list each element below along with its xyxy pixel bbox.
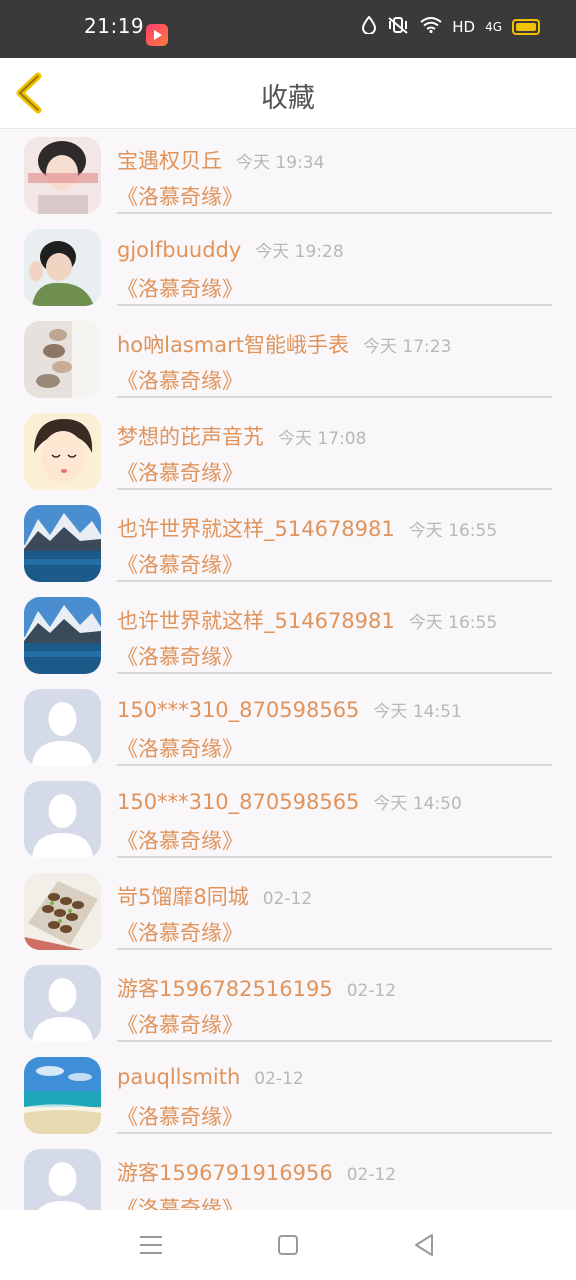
favorite-time: 今天 17:08 bbox=[278, 429, 367, 449]
book-title[interactable]: 《洛慕奇缘》 bbox=[117, 181, 243, 211]
avatar[interactable] bbox=[24, 137, 101, 214]
avatar[interactable] bbox=[24, 413, 101, 490]
favorite-time: 今天 14:51 bbox=[373, 702, 462, 722]
divider bbox=[117, 488, 552, 490]
status-icons: HD 4G bbox=[362, 15, 540, 38]
page-title: 收藏 bbox=[261, 83, 315, 114]
book-title[interactable]: 《洛慕奇缘》 bbox=[117, 457, 243, 487]
status-time: 21:19 bbox=[84, 14, 145, 38]
list-item[interactable]: 游客1596791916956 02-12 《洛慕奇缘》 bbox=[0, 1141, 576, 1210]
divider bbox=[117, 304, 552, 306]
user-name: 也许世界就这样_514678981 bbox=[117, 609, 395, 633]
avatar[interactable] bbox=[24, 781, 101, 858]
system-nav-bar bbox=[0, 1210, 576, 1280]
user-name: gjolfbuuddy bbox=[117, 238, 242, 262]
default-user-icon bbox=[24, 1149, 101, 1210]
divider bbox=[117, 580, 552, 582]
book-title[interactable]: 《洛慕奇缘》 bbox=[117, 1101, 243, 1131]
divider bbox=[117, 672, 552, 674]
signal-label: 4G bbox=[485, 20, 502, 34]
divider bbox=[117, 212, 552, 214]
default-user-icon bbox=[24, 965, 101, 1042]
user-name: ho吶lasmart智能峨手表 bbox=[117, 333, 349, 357]
user-name: 游客1596782516195 bbox=[117, 977, 333, 1001]
status-bar: 21:19 HD 4G bbox=[0, 0, 576, 58]
avatar[interactable] bbox=[24, 1149, 101, 1210]
favorite-time: 今天 19:28 bbox=[255, 242, 344, 262]
book-title[interactable]: 《洛慕奇缘》 bbox=[117, 1193, 243, 1210]
book-title[interactable]: 《洛慕奇缘》 bbox=[117, 733, 243, 763]
list-item[interactable]: 150***310_870598565 今天 14:50 《洛慕奇缘》 bbox=[0, 773, 576, 865]
book-title[interactable]: 《洛慕奇缘》 bbox=[117, 1009, 243, 1039]
list-item[interactable]: 游客1596782516195 02-12 《洛慕奇缘》 bbox=[0, 957, 576, 1049]
divider bbox=[117, 764, 552, 766]
home-icon[interactable] bbox=[278, 1235, 298, 1255]
divider bbox=[117, 1132, 552, 1134]
menu-icon[interactable] bbox=[140, 1236, 162, 1254]
avatar[interactable] bbox=[24, 597, 101, 674]
back-triangle-icon[interactable] bbox=[412, 1232, 436, 1258]
user-name: 游客1596791916956 bbox=[117, 1161, 333, 1185]
avatar[interactable] bbox=[24, 689, 101, 766]
wifi-icon bbox=[420, 17, 442, 37]
user-name: 梦想的芘声音艽 bbox=[117, 425, 264, 449]
favorites-list: 宝遇权贝丘 今天 19:34 《洛慕奇缘》 gjolfbuuddy 今天 19:28… bbox=[0, 129, 576, 1210]
list-item[interactable]: ho吶lasmart智能峨手表 今天 17:23 《洛慕奇缘》 bbox=[0, 313, 576, 405]
list-item[interactable]: 梦想的芘声音艽 今天 17:08 《洛慕奇缘》 bbox=[0, 405, 576, 497]
header: 收藏 bbox=[0, 58, 576, 129]
book-title[interactable]: 《洛慕奇缘》 bbox=[117, 825, 243, 855]
list-item[interactable]: gjolfbuuddy 今天 19:28 《洛慕奇缘》 bbox=[0, 221, 576, 313]
book-title[interactable]: 《洛慕奇缘》 bbox=[117, 917, 243, 947]
favorite-time: 02-12 bbox=[262, 889, 313, 909]
divider bbox=[117, 1040, 552, 1042]
book-title[interactable]: 《洛慕奇缘》 bbox=[117, 365, 243, 395]
battery-icon bbox=[512, 19, 540, 35]
favorite-time: 今天 16:55 bbox=[408, 613, 498, 633]
divider bbox=[117, 396, 552, 398]
app-icon bbox=[146, 24, 168, 46]
avatar[interactable] bbox=[24, 229, 101, 306]
user-name: pauqllsmith bbox=[117, 1065, 241, 1089]
vibrate-icon bbox=[386, 16, 410, 38]
avatar[interactable] bbox=[24, 321, 101, 398]
divider bbox=[117, 948, 552, 950]
list-item[interactable]: 也许世界就这样_514678981 今天 16:55 《洛慕奇缘》 bbox=[0, 497, 576, 589]
favorite-time: 02-12 bbox=[346, 981, 397, 1001]
avatar[interactable] bbox=[24, 1057, 101, 1134]
user-name: 宝遇权贝丘 bbox=[117, 149, 222, 173]
water-drop-icon bbox=[362, 15, 377, 38]
book-title[interactable]: 《洛慕奇缘》 bbox=[117, 549, 243, 579]
book-title[interactable]: 《洛慕奇缘》 bbox=[117, 273, 243, 303]
favorite-time: 02-12 bbox=[254, 1069, 304, 1089]
default-user-icon bbox=[24, 689, 101, 766]
user-name: 岢5馏靡8同城 bbox=[117, 885, 249, 909]
list-item[interactable]: 也许世界就这样_514678981 今天 16:55 《洛慕奇缘》 bbox=[0, 589, 576, 681]
avatar[interactable] bbox=[24, 965, 101, 1042]
user-name: 也许世界就这样_514678981 bbox=[117, 517, 395, 541]
list-item[interactable]: 岢5馏靡8同城 02-12 《洛慕奇缘》 bbox=[0, 865, 576, 957]
favorite-time: 02-12 bbox=[346, 1165, 397, 1185]
list-item[interactable]: pauqllsmith 02-12 《洛慕奇缘》 bbox=[0, 1049, 576, 1141]
list-item[interactable]: 宝遇权贝丘 今天 19:34 《洛慕奇缘》 bbox=[0, 129, 576, 221]
favorite-time: 今天 19:34 bbox=[236, 153, 325, 173]
book-title[interactable]: 《洛慕奇缘》 bbox=[117, 641, 243, 671]
default-user-icon bbox=[24, 781, 101, 858]
favorite-time: 今天 16:55 bbox=[408, 521, 498, 541]
user-name: 150***310_870598565 bbox=[117, 790, 360, 814]
divider bbox=[117, 856, 552, 858]
avatar[interactable] bbox=[24, 873, 101, 950]
network-label: HD bbox=[452, 18, 476, 36]
avatar[interactable] bbox=[24, 505, 101, 582]
user-name: 150***310_870598565 bbox=[117, 698, 360, 722]
favorite-time: 今天 14:50 bbox=[373, 794, 462, 814]
list-item[interactable]: 150***310_870598565 今天 14:51 《洛慕奇缘》 bbox=[0, 681, 576, 773]
favorite-time: 今天 17:23 bbox=[363, 337, 452, 357]
